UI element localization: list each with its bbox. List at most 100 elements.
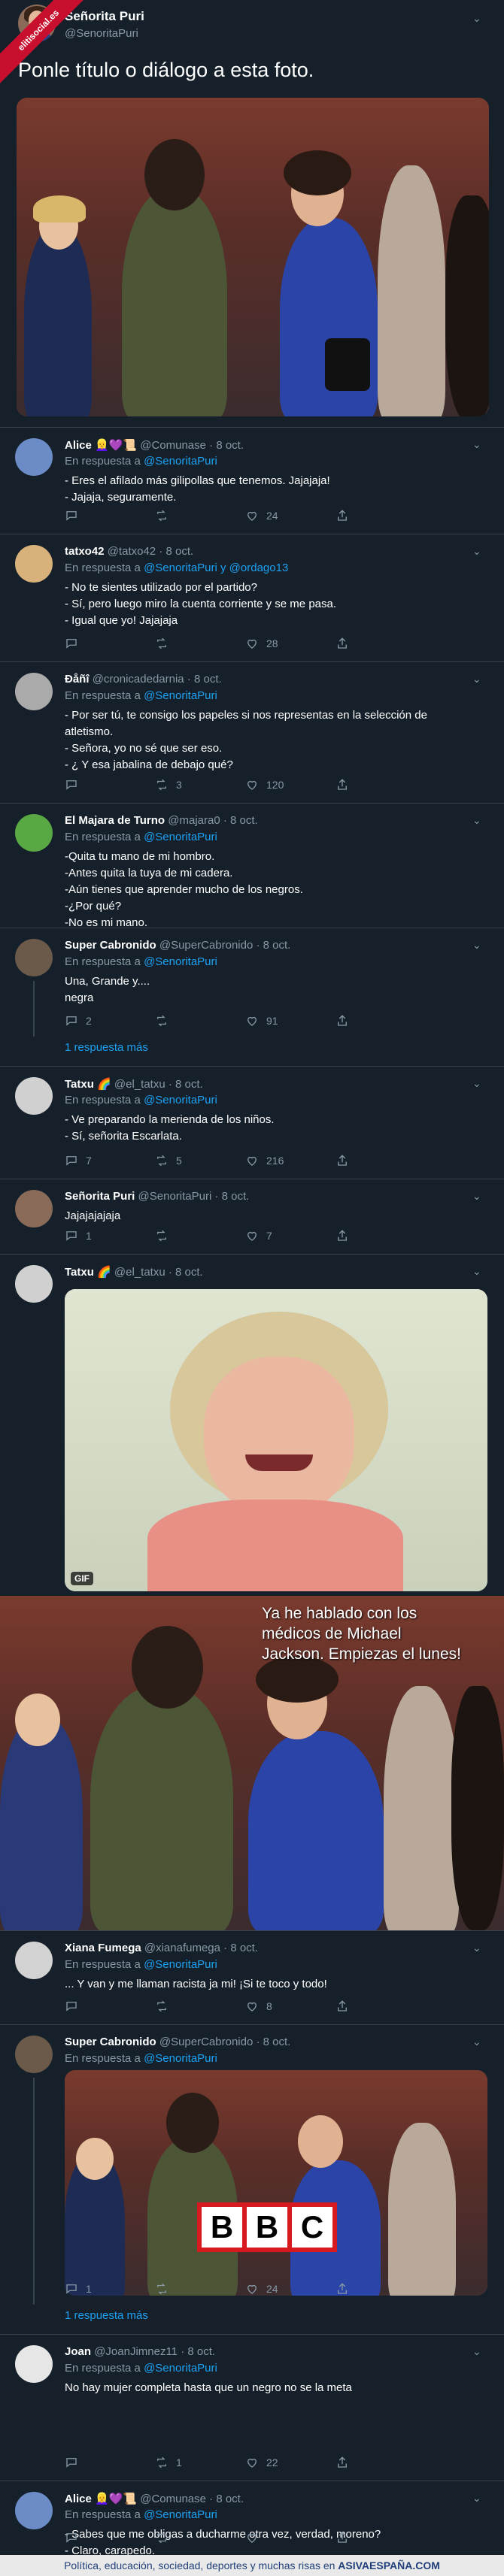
reply-button[interactable]	[65, 1999, 86, 2013]
like-button[interactable]: 22	[245, 2456, 278, 2469]
reply-author[interactable]: Super Cabronido @SuperCabronido · 8 oct.	[65, 2036, 290, 2048]
reply-author[interactable]: Xiana Fumega @xianafumega · 8 oct.	[65, 1942, 258, 1954]
like-button[interactable]: 8	[245, 1999, 272, 2013]
chevron-down-icon[interactable]: ⌄	[472, 2036, 481, 2048]
avatar[interactable]	[15, 814, 53, 852]
reply-author[interactable]: Tatxu 🌈 @el_tatxu · 8 oct.	[65, 1077, 203, 1091]
more-replies-link[interactable]: 1 respuesta más	[65, 1041, 148, 1054]
reply-tweet[interactable]: Ðåñî @cronicadedarnia · 8 oct. ⌄ En respue…	[0, 661, 504, 803]
reply-to-link[interactable]: @SenoritaPuri	[144, 1958, 217, 1971]
avatar[interactable]	[15, 2036, 53, 2073]
reply-button[interactable]: 1	[65, 2282, 92, 2296]
like-button[interactable]: 216	[245, 1154, 284, 1167]
like-button[interactable]: 28	[245, 637, 278, 650]
like-button[interactable]: 91	[245, 1014, 278, 1028]
reply-author[interactable]: Señorita Puri @SenoritaPuri · 8 oct.	[65, 1190, 249, 1203]
share-button[interactable]	[335, 1154, 349, 1167]
chevron-down-icon[interactable]: ⌄	[472, 2345, 481, 2358]
tweet-photo[interactable]	[17, 98, 489, 416]
retweet-button[interactable]	[155, 637, 176, 650]
reply-to-link[interactable]: @SenoritaPuri	[144, 955, 217, 968]
avatar[interactable]	[15, 1942, 53, 1979]
retweet-button[interactable]: 5	[155, 1154, 182, 1167]
reply-author[interactable]: Joan @JoanJimnez11 · 8 oct.	[65, 2345, 215, 2358]
share-button[interactable]	[335, 1999, 349, 2013]
footer-brand[interactable]: ASIVAESPAÑA.COM	[338, 2559, 440, 2571]
reply-to-link[interactable]: @SenoritaPuri	[144, 2362, 217, 2375]
reply-tweet[interactable]: Tatxu 🌈 @el_tatxu · 8 oct. ⌄ En respuesta …	[0, 1066, 504, 1179]
reply-tweet[interactable]: El Majara de Turno @majara0 · 8 oct. ⌄ En …	[0, 803, 504, 929]
chevron-down-icon[interactable]: ⌄	[472, 1942, 481, 1954]
meme-image[interactable]: Ya he hablado con los médicos de Michael…	[0, 1596, 504, 1930]
share-button[interactable]	[335, 778, 349, 792]
reply-author[interactable]: El Majara de Turno @majara0 · 8 oct.	[65, 814, 258, 827]
reply-button[interactable]	[65, 509, 86, 522]
chevron-down-icon[interactable]: ⌄	[472, 1077, 481, 1090]
reply-button[interactable]	[65, 2456, 86, 2469]
reply-tweet[interactable]: Joan @JoanJimnez11 · 8 oct. ⌄ En respuesta…	[0, 2334, 504, 2481]
retweet-button[interactable]	[155, 2282, 176, 2296]
chevron-down-icon[interactable]: ⌄	[472, 939, 481, 952]
like-button[interactable]: 120	[245, 778, 284, 792]
reply-tweet[interactable]: tatxo42 @tatxo42 · 8 oct. ⌄ En respuesta a…	[0, 534, 504, 661]
retweet-button[interactable]	[155, 1229, 176, 1243]
reply-button[interactable]	[65, 637, 86, 650]
reply-tweet[interactable]: Super Cabronido @SuperCabronido · 8 oct.…	[0, 2024, 504, 2334]
retweet-button[interactable]: 3	[155, 778, 182, 792]
share-button[interactable]	[335, 1014, 349, 1028]
share-button[interactable]	[335, 2282, 349, 2296]
like-button[interactable]: 24	[245, 2282, 278, 2296]
reply-to-link[interactable]: @SenoritaPuri y @ordago13	[144, 562, 288, 574]
share-button[interactable]	[335, 1229, 349, 1243]
reply-button[interactable]	[65, 2531, 86, 2544]
author-handle[interactable]: @SenoritaPuri	[65, 27, 138, 40]
chevron-down-icon[interactable]: ⌄	[472, 814, 481, 827]
reply-author[interactable]: Ðåñî @cronicadedarnia · 8 oct.	[65, 673, 222, 686]
avatar[interactable]	[15, 939, 53, 976]
reply-photo[interactable]: BBC	[65, 2070, 487, 2296]
share-button[interactable]	[335, 2531, 349, 2544]
reply-button[interactable]	[65, 778, 86, 792]
reply-author[interactable]: tatxo42 @tatxo42 · 8 oct.	[65, 545, 193, 558]
reply-to-link[interactable]: @SenoritaPuri	[144, 455, 217, 468]
like-button[interactable]: 24	[245, 509, 278, 522]
retweet-button[interactable]	[155, 2531, 176, 2544]
more-replies-link[interactable]: 1 respuesta más	[65, 2309, 148, 2322]
avatar[interactable]	[15, 1077, 53, 1115]
retweet-button[interactable]	[155, 509, 176, 522]
reply-author[interactable]: Alice 👱‍♀️💜📜 @Comunase · 8 oct.	[65, 2492, 244, 2505]
reply-to-link[interactable]: @SenoritaPuri	[144, 1094, 217, 1106]
chevron-down-icon[interactable]: ⌄	[472, 2492, 481, 2505]
reply-tweet[interactable]: Xiana Fumega @xianafumega · 8 oct. ⌄ En re…	[0, 1930, 504, 2024]
reply-tweet[interactable]: Super Cabronido @SuperCabronido · 8 oct.…	[0, 928, 504, 1066]
avatar[interactable]	[15, 438, 53, 476]
retweet-button[interactable]	[155, 1014, 176, 1028]
reply-author[interactable]: Tatxu 🌈 @el_tatxu · 8 oct.	[65, 1265, 203, 1279]
avatar[interactable]	[15, 545, 53, 583]
reply-to-link[interactable]: @SenoritaPuri	[144, 689, 217, 702]
reply-tweet[interactable]: Tatxu 🌈 @el_tatxu · 8 oct. ⌄ GIF	[0, 1254, 504, 1596]
avatar[interactable]	[15, 1190, 53, 1227]
like-button[interactable]	[245, 2531, 266, 2544]
reply-author[interactable]: Alice 👱‍♀️💜📜 @Comunase · 8 oct.	[65, 438, 244, 452]
chevron-down-icon[interactable]: ⌄	[472, 673, 481, 686]
avatar[interactable]	[15, 2492, 53, 2529]
retweet-button[interactable]	[155, 1999, 176, 2013]
share-button[interactable]	[335, 637, 349, 650]
retweet-button[interactable]: 1	[155, 2456, 182, 2469]
reply-tweet[interactable]: Alice 👱‍♀️💜📜 @Comunase · 8 oct. ⌄ En respu…	[0, 427, 504, 534]
avatar[interactable]	[15, 2345, 53, 2383]
chevron-down-icon[interactable]: ⌄	[472, 1190, 481, 1203]
gif-media[interactable]: GIF	[65, 1289, 487, 1591]
reply-tweet[interactable]: Alice 👱‍♀️💜📜 @Comunase · 8 oct. ⌄ En respu…	[0, 2481, 504, 2557]
chevron-down-icon[interactable]: ⌄	[472, 1265, 481, 1278]
reply-tweet[interactable]: Señorita Puri @SenoritaPuri · 8 oct. ⌄ Jaj…	[0, 1179, 504, 1254]
avatar[interactable]	[15, 673, 53, 710]
chevron-down-icon[interactable]: ⌄	[472, 545, 481, 558]
reply-to-link[interactable]: @SenoritaPuri	[144, 831, 217, 843]
avatar[interactable]	[15, 1265, 53, 1303]
chevron-down-icon[interactable]: ⌄	[472, 438, 481, 451]
chevron-down-icon[interactable]: ⌄	[472, 12, 481, 25]
share-button[interactable]	[335, 2456, 349, 2469]
reply-button[interactable]: 2	[65, 1014, 92, 1028]
